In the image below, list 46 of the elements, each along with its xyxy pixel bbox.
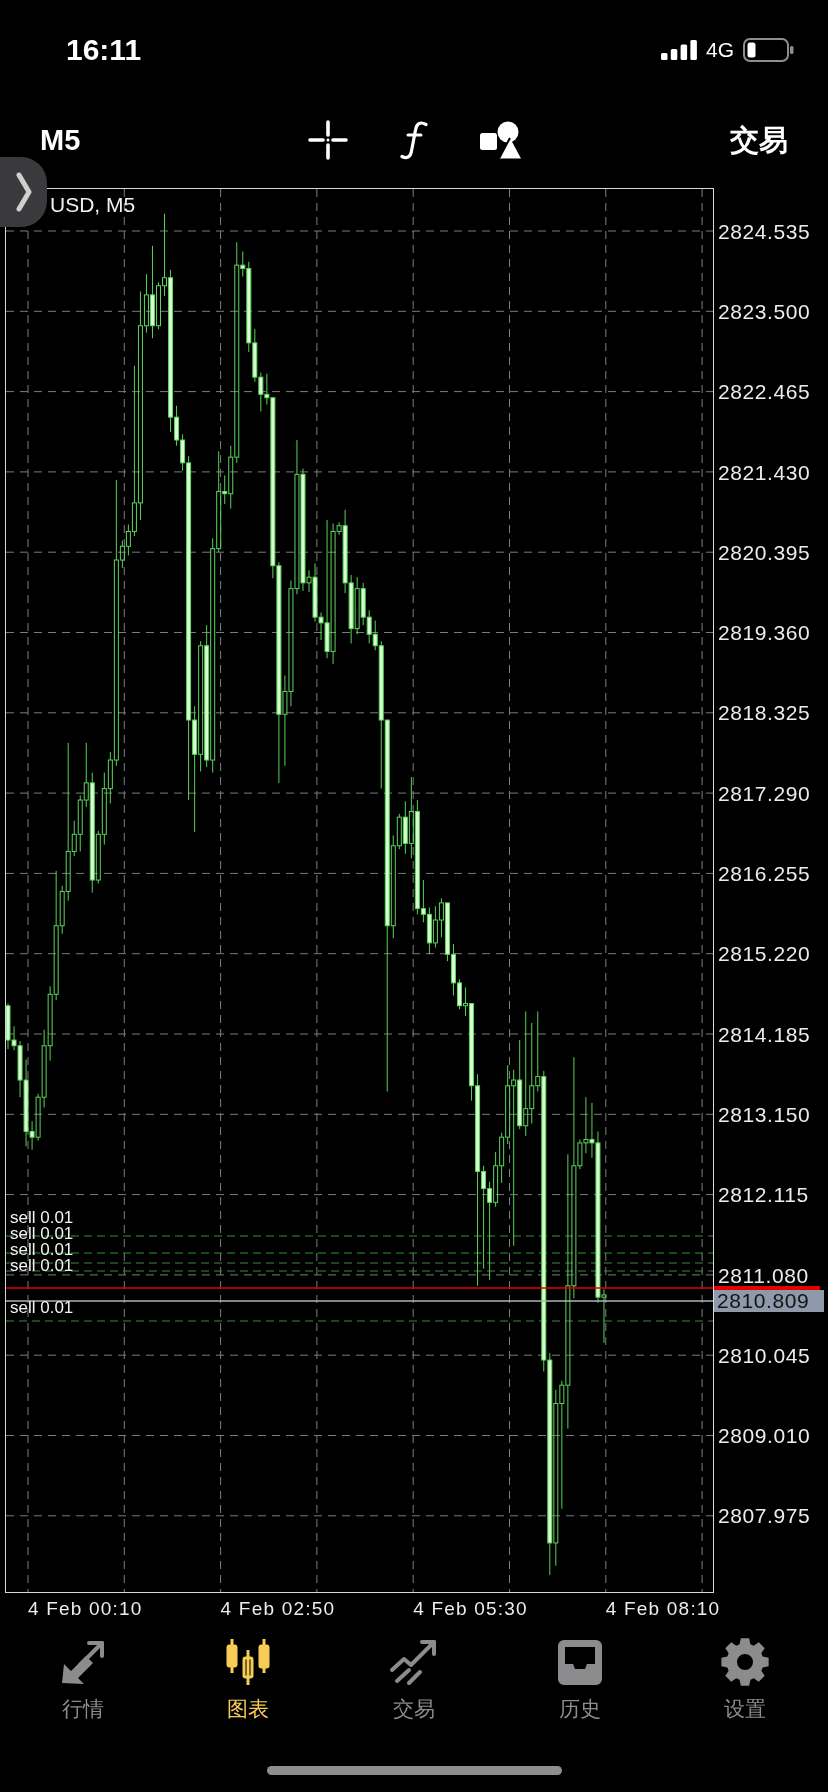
price-axis-label: 2820.395 <box>718 541 811 563</box>
settings-icon <box>720 1637 771 1687</box>
ask-price-tag: 2810.809 <box>714 1290 824 1312</box>
time-axis-label: 4 Feb 00:10 <box>28 1598 143 1620</box>
tab-bar-item[interactable]: 历史 <box>524 1625 635 1725</box>
tab-bar-item[interactable]: 行情 <box>27 1625 138 1725</box>
price-axis-label: 2809.010 <box>718 1425 811 1447</box>
chevron-right-icon <box>15 172 32 212</box>
tab-bar-item[interactable]: 交易 <box>359 1625 469 1725</box>
shapes-icon <box>479 121 521 159</box>
price-axis-label: 2811.080 <box>718 1264 809 1286</box>
price-axis-label: 2817.290 <box>718 782 811 804</box>
price-axis-label: 2810.045 <box>718 1344 811 1366</box>
tab-bar-item[interactable]: 设置 <box>690 1625 801 1725</box>
price-axis-label: 2819.360 <box>718 622 811 644</box>
price-axis-label: 2815.220 <box>718 943 811 965</box>
price-axis-label: 2823.500 <box>718 300 811 322</box>
price-axis-label: 2813.150 <box>718 1103 811 1125</box>
time-axis-label: 4 Feb 08:10 <box>605 1598 721 1620</box>
order-label: sell 0.01 <box>10 1210 74 1226</box>
function-icon <box>399 120 428 160</box>
order-label: sell 0.01 <box>10 1226 74 1242</box>
order-label: sell 0.01 <box>10 1300 74 1316</box>
price-axis-label: 2822.465 <box>718 381 811 403</box>
trend-arrow-icon <box>389 1637 439 1687</box>
price-axis-label: 2816.255 <box>718 863 811 884</box>
price-axis-label: 2807.975 <box>718 1505 811 1527</box>
signal-icon <box>661 40 697 60</box>
order-label: sell 0.01 <box>10 1258 74 1274</box>
price-axis-label: 2812.115 <box>718 1184 809 1206</box>
status-time: 16:11 <box>66 33 142 67</box>
battery-icon <box>743 38 794 62</box>
network-type: 4G <box>706 38 734 62</box>
price-axis-label: 2824.535 <box>718 220 811 242</box>
price-axis-label: 2818.325 <box>718 702 811 724</box>
timeframe-button[interactable]: M5 <box>36 121 85 159</box>
time-axis-label: 4 Feb 02:50 <box>220 1598 336 1620</box>
crosshair-icon <box>307 120 348 160</box>
price-axis-label: 2821.430 <box>718 461 811 483</box>
order-label: sell 0.01 <box>10 1242 74 1258</box>
time-axis-label: 4 Feb 05:30 <box>413 1598 528 1620</box>
tab-bar-item[interactable]: 图表 <box>193 1625 304 1725</box>
chart-title: USD, M5 <box>50 193 136 217</box>
price-axis-label: 2814.185 <box>718 1023 811 1045</box>
trade-button[interactable]: 交易 <box>726 121 792 159</box>
sidebar-toggle[interactable] <box>0 157 47 227</box>
